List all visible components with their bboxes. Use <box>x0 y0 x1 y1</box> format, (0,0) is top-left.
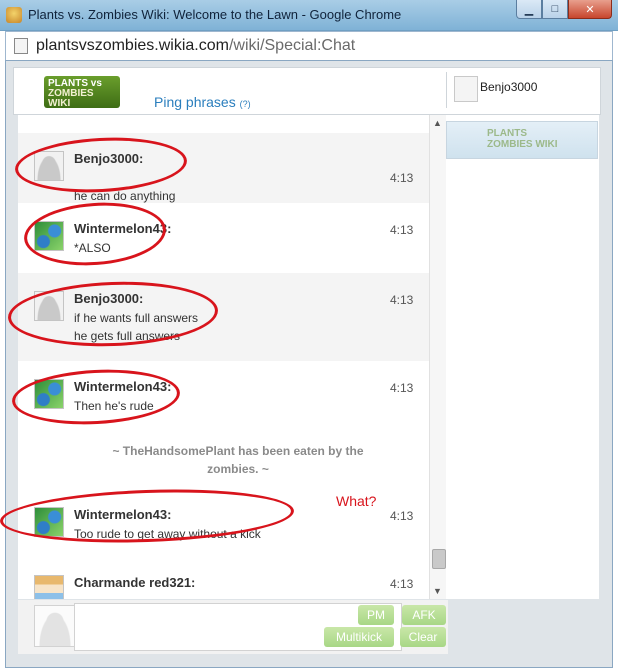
annotation-text: What? <box>336 493 377 509</box>
afk-button[interactable]: AFK <box>402 605 446 625</box>
message-username[interactable]: Wintermelon43: <box>74 221 171 236</box>
message-username[interactable]: Benjo3000: <box>74 151 143 166</box>
message-time: 4:13 <box>390 171 414 185</box>
message-username[interactable]: Benjo3000: <box>74 291 143 306</box>
composer-avatar <box>34 605 76 647</box>
ping-help-link[interactable]: (?) <box>240 99 251 109</box>
message-text: Too rude to get away without a kick <box>74 527 261 541</box>
user-avatar[interactable] <box>34 575 64 599</box>
maximize-button[interactable]: □ <box>542 0 568 19</box>
chat-message: Wintermelon43: 4:13 *ALSO <box>18 203 429 273</box>
current-user-name[interactable]: Benjo3000 <box>480 80 537 94</box>
address-bar[interactable]: plantsvszombies.wikia.com/wiki/Special:C… <box>5 31 613 61</box>
message-time: 4:13 <box>390 293 414 307</box>
message-username[interactable]: Charmande red321: <box>74 575 195 590</box>
title-bar: Plants vs. Zombies Wiki: Welcome to the … <box>0 0 618 31</box>
message-time: 4:13 <box>390 577 414 591</box>
logo-line2: ZOMBIES WIKI <box>48 88 94 109</box>
message-text: he gets full answers <box>74 329 181 343</box>
message-composer: PM AFK Multikick Clear <box>18 600 448 654</box>
chat-message: Benjo3000: 4:13 if he wants full answers… <box>18 273 429 361</box>
user-list-pane: PLANTS ZOMBIES WIKI <box>446 115 599 599</box>
wiki-logo[interactable]: PLANTS vs ZOMBIES WIKI <box>44 76 120 109</box>
scroll-down-icon[interactable]: ▼ <box>433 586 442 596</box>
scroll-up-icon[interactable]: ▲ <box>433 118 442 128</box>
message-time: 4:13 <box>390 381 414 395</box>
message-text: Then he's rude <box>74 399 154 413</box>
clear-button[interactable]: Clear <box>400 627 446 647</box>
chat-messages[interactable]: Benjo3000: 4:13 he can do anything Winte… <box>18 115 429 599</box>
pm-button[interactable]: PM <box>358 605 394 625</box>
minimize-button[interactable]: ▁ <box>516 0 542 19</box>
page-icon <box>14 38 28 54</box>
message-text: he can do anything <box>74 189 176 203</box>
url-path: /wiki/Special:Chat <box>228 37 356 54</box>
window-controls: ▁ □ ✕ <box>516 0 612 20</box>
chat-message: Wintermelon43: 4:13 Then he's rude <box>18 361 429 431</box>
window-title: Plants vs. Zombies Wiki: Welcome to the … <box>28 7 402 22</box>
message-username[interactable]: Wintermelon43: <box>74 379 171 394</box>
user-avatar[interactable] <box>34 507 64 537</box>
current-user-avatar[interactable] <box>454 76 478 102</box>
chat-header: PLANTS vs ZOMBIES WIKI Ping phrases (?) … <box>13 67 601 115</box>
message-time: 4:13 <box>390 509 414 523</box>
chat-scrollbar[interactable]: ▲ ▼ <box>429 115 447 599</box>
room-logo-line1: PLANTS <box>487 128 527 139</box>
url-text[interactable]: plantsvszombies.wikia.com/wiki/Special:C… <box>36 37 355 55</box>
pvz-favicon-icon <box>6 7 22 23</box>
room-logo-line2: ZOMBIES WIKI <box>487 139 558 150</box>
room-logo[interactable]: PLANTS ZOMBIES WIKI <box>446 121 598 159</box>
chat-message: Benjo3000: 4:13 he can do anything <box>18 133 429 203</box>
chat-message: Charmande red321: 4:13 <box>18 565 429 599</box>
close-button[interactable]: ✕ <box>568 0 612 19</box>
ping-phrases-label: Ping phrases <box>154 94 236 110</box>
message-time: 4:13 <box>390 223 414 237</box>
user-avatar[interactable] <box>34 221 64 251</box>
user-avatar[interactable] <box>34 379 64 409</box>
scroll-thumb[interactable] <box>432 549 446 569</box>
url-domain: plantsvszombies.wikia.com <box>36 37 229 54</box>
message-username[interactable]: Wintermelon43: <box>74 507 171 522</box>
user-avatar[interactable] <box>34 291 64 321</box>
header-divider <box>446 72 447 108</box>
ping-phrases-link[interactable]: Ping phrases (?) <box>154 94 251 110</box>
message-text: *ALSO <box>74 241 111 255</box>
user-avatar[interactable] <box>34 151 64 181</box>
inline-alert: ~ TheHandsomePlant has been eaten by the… <box>112 444 364 476</box>
multikick-button[interactable]: Multikick <box>324 627 394 647</box>
message-text: if he wants full answers <box>74 311 199 325</box>
